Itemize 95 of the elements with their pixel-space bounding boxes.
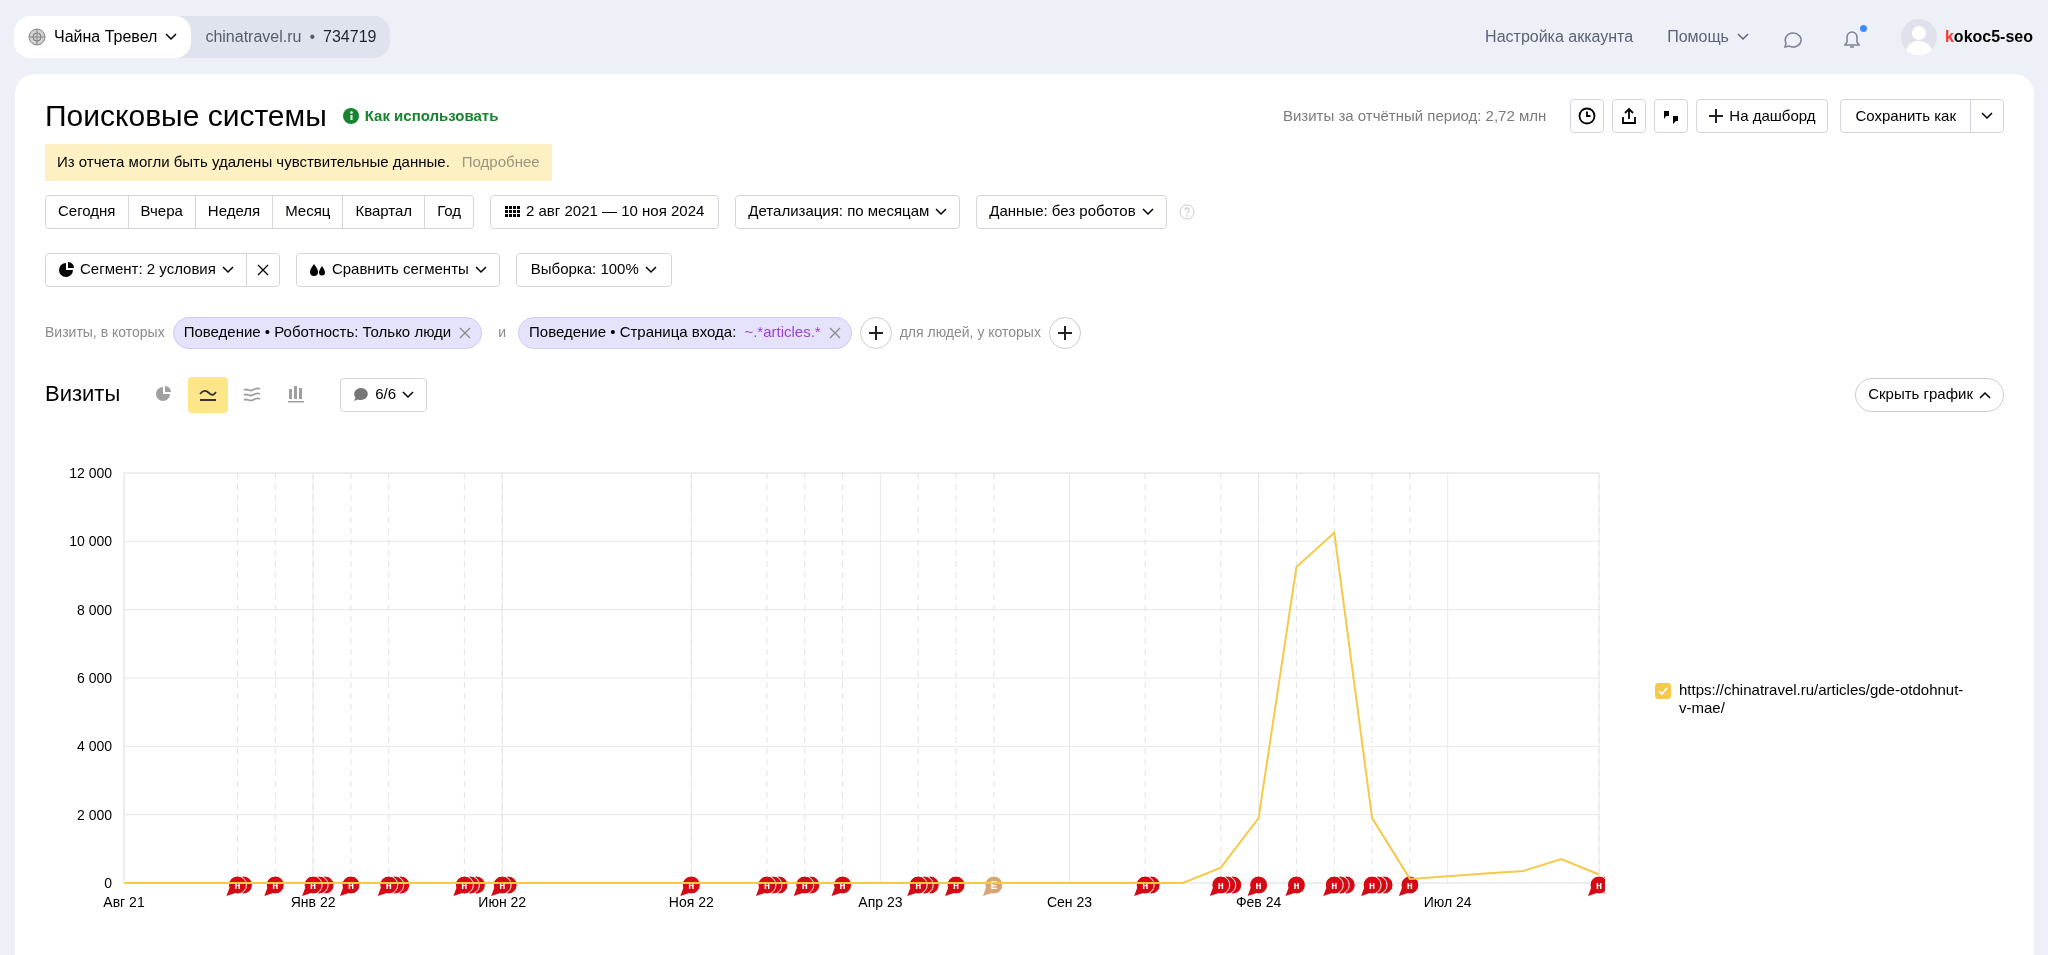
comment-icon — [353, 387, 370, 402]
help-link[interactable]: Как использовать — [342, 104, 499, 128]
annotations-filter-button[interactable]: 6/6 — [340, 377, 428, 412]
clock-icon — [1578, 107, 1597, 125]
condition-prefix: Визиты, в которых — [45, 323, 165, 342]
annotation-marker: н — [1588, 875, 1605, 896]
sample-button[interactable]: Выборка: 100% — [515, 252, 672, 287]
period-tab[interactable]: Месяц — [272, 194, 344, 229]
people-condition-label: для людей, у которых — [899, 323, 1041, 342]
notice-text: Из отчета могли быть удалены чувствительные данные. — [57, 152, 450, 172]
notifications-button[interactable] — [1842, 25, 1867, 49]
plus-icon — [1057, 325, 1072, 340]
chevron-icon — [935, 207, 948, 216]
legend-checkbox[interactable] — [1655, 682, 1671, 699]
condition-chip[interactable]: Поведение • Роботность: Только люди — [172, 316, 483, 349]
help-icon — [1178, 203, 1195, 220]
drops-icon — [308, 262, 326, 277]
chart-type-button[interactable] — [188, 376, 229, 413]
axis-label: 10 000 — [69, 532, 112, 549]
chevron-icon — [474, 265, 487, 274]
bell-icon — [1842, 30, 1861, 49]
chat-icon — [1782, 30, 1803, 49]
share-icon — [1621, 107, 1638, 125]
close-icon — [828, 326, 841, 339]
period-tab[interactable]: Квартал — [342, 194, 426, 229]
add-condition-button[interactable] — [859, 316, 892, 349]
axis-label: Ноя 22 — [668, 893, 714, 910]
dropdown-button[interactable]: Данные: без роботов — [976, 194, 1167, 229]
username[interactable]: kokoc5-seo — [1944, 25, 2033, 49]
chevron-icon — [1981, 112, 1993, 120]
plus-icon — [1709, 109, 1724, 123]
domain-text: chinatravel.ru — [205, 27, 302, 47]
chevron-icon — [1141, 207, 1154, 216]
account-settings-link[interactable]: Настройка аккаунта — [1485, 25, 1634, 49]
plus-icon — [868, 325, 883, 340]
save-as-button[interactable]: Сохранить как — [1840, 99, 1971, 133]
chevron-icon — [402, 390, 415, 399]
joiner-text: и — [498, 323, 506, 342]
notification-dot — [1859, 25, 1867, 32]
axis-label: Июл 24 — [1423, 893, 1472, 910]
chart-title: Визиты — [45, 381, 121, 408]
pie-icon — [58, 261, 74, 278]
report-title: Поисковые системы — [45, 98, 327, 134]
close-icon — [256, 263, 269, 276]
period-tab[interactable]: Год — [424, 194, 474, 229]
pie-chart-icon — [155, 386, 174, 403]
calendar-icon — [505, 206, 520, 217]
legend-label: https://chinatravel.ru/articles/gde-otdohnut-v-mae/ — [1679, 680, 1965, 717]
condition-chip[interactable]: Поведение • Страница входа: ~.*articles.* — [518, 316, 852, 349]
axis-label: Июн 22 — [478, 893, 527, 910]
axis-label: 0 — [104, 874, 112, 891]
axis-label: 6 000 — [76, 669, 112, 686]
annotation-marker: н — [1285, 875, 1306, 896]
area-chart-icon — [243, 386, 262, 403]
visits-total: Визиты за отчётный период: 2,72 млн — [1282, 105, 1547, 126]
axis-label: 12 000 — [69, 464, 112, 481]
axis-label: Авг 21 — [103, 893, 145, 910]
close-icon — [459, 326, 472, 339]
dropdown-button[interactable]: Детализация: по месяцам — [735, 194, 961, 229]
info-icon — [342, 108, 359, 124]
compare-segments-button[interactable]: Сравнить сегменты — [295, 252, 500, 287]
period-tab[interactable]: Сегодня — [45, 194, 129, 229]
chevron-icon — [221, 265, 234, 274]
axis-label: Янв 22 — [290, 893, 336, 910]
clear-segment-button[interactable] — [245, 252, 280, 287]
chevron-icon — [1736, 33, 1749, 41]
axis-label: Сен 23 — [1046, 893, 1093, 910]
axis-label: Апр 23 — [858, 893, 903, 910]
save-menu-button[interactable] — [1970, 99, 2004, 133]
chevron-icon — [644, 265, 657, 274]
segment-button[interactable]: Сегмент: 2 условия — [45, 252, 247, 287]
globe-icon — [28, 28, 46, 46]
add-people-condition-button[interactable] — [1048, 316, 1081, 349]
chevron-icon — [165, 33, 178, 41]
bar-chart-icon — [287, 386, 306, 403]
period-tab[interactable]: Вчера — [127, 194, 196, 229]
axis-label: Фев 24 — [1235, 893, 1282, 910]
share-button[interactable] — [1612, 99, 1647, 133]
quote-button[interactable] — [1654, 99, 1689, 133]
counter-id: 734719 — [323, 27, 377, 47]
annotation-marker: н — [1247, 875, 1269, 896]
date-range-button[interactable]: 2 авг 2021 — 10 ноя 2024 — [490, 194, 720, 229]
axis-label: 4 000 — [76, 737, 112, 754]
avatar-icon — [1900, 19, 1937, 55]
site-selector[interactable]: Чайна Тревел — [14, 16, 192, 58]
axis-label: 8 000 — [76, 601, 112, 618]
dashboard-button[interactable]: На дашборд — [1696, 99, 1829, 133]
hide-chart-button[interactable]: Скрыть график — [1855, 377, 2004, 412]
axis-label: 2 000 — [76, 806, 112, 823]
period-tab[interactable]: Неделя — [194, 194, 274, 229]
history-button[interactable] — [1570, 99, 1605, 133]
annotation-marker: н — [1398, 875, 1420, 896]
help-menu[interactable]: Помощь — [1667, 25, 1749, 49]
chevron-up-icon — [1979, 390, 1991, 399]
separator-dot: • — [309, 27, 316, 47]
